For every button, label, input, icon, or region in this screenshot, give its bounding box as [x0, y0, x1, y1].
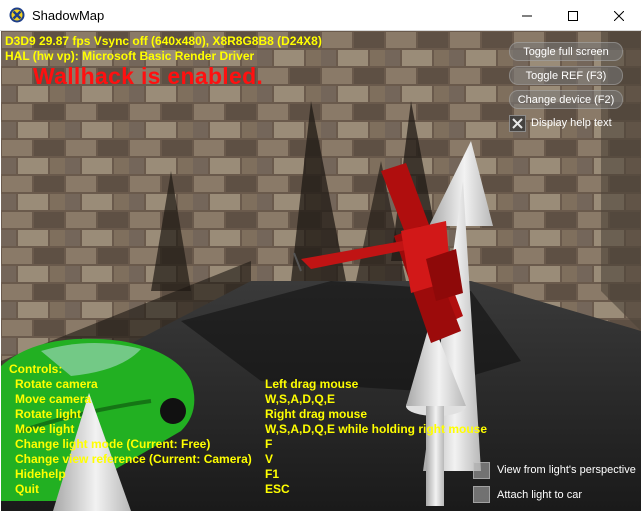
view-from-light-label: View from light's perspective: [497, 464, 636, 476]
toggle-full-screen-button[interactable]: Toggle full screen: [509, 42, 623, 61]
display-help-checkbox[interactable]: [509, 115, 526, 132]
control-key: V: [265, 452, 274, 466]
wallhack-message: Wallhack is enabled.: [33, 63, 264, 89]
minimize-icon: [522, 15, 532, 16]
minimize-button[interactable]: [504, 0, 550, 31]
checkmark-icon: [512, 118, 523, 129]
control-action: Change view reference (Current: Camera): [15, 452, 252, 466]
control-action: Change light mode (Current: Free): [15, 437, 211, 451]
close-icon: [614, 10, 624, 21]
controls-title: Controls:: [9, 362, 63, 376]
directx-app-icon: [9, 7, 25, 23]
control-action: Rotate light: [15, 407, 81, 421]
stats-line-2: HAL (hw vp): Microsoft Basic Render Driv…: [5, 49, 255, 63]
control-key: F1: [265, 467, 280, 481]
change-device-button[interactable]: Change device (F2): [509, 90, 623, 109]
control-action: Move light: [15, 422, 75, 436]
control-key: W,S,A,D,Q,E: [265, 392, 336, 406]
control-action: Quit: [15, 482, 39, 496]
toggle-ref-button[interactable]: Toggle REF (F3): [509, 66, 623, 85]
control-action: Move camera: [15, 392, 92, 406]
control-key: Right drag mouse: [265, 407, 368, 421]
control-action: Hidehelp: [15, 467, 66, 481]
title-bar: ShadowMap: [0, 0, 642, 31]
stats-line-1: D3D9 29.87 fps Vsync off (640x480), X8R8…: [5, 34, 322, 48]
control-key: Left drag mouse: [265, 377, 359, 391]
maximize-button[interactable]: [550, 0, 596, 31]
control-key: W,S,A,D,Q,E while holding right mouse: [265, 422, 488, 436]
attach-light-checkbox[interactable]: [473, 486, 490, 503]
control-key: ESC: [265, 482, 290, 496]
control-action: Rotate camera: [15, 377, 98, 391]
attach-light-label: Attach light to car: [497, 489, 582, 501]
view-from-light-checkbox[interactable]: [473, 462, 490, 479]
render-viewport[interactable]: D3D9 29.87 fps Vsync off (640x480), X8R8…: [1, 31, 641, 511]
window-title: ShadowMap: [32, 8, 105, 23]
maximize-icon: [568, 10, 578, 21]
close-button[interactable]: [596, 0, 642, 31]
control-key: F: [265, 437, 273, 451]
display-help-label: Display help text: [531, 117, 612, 129]
